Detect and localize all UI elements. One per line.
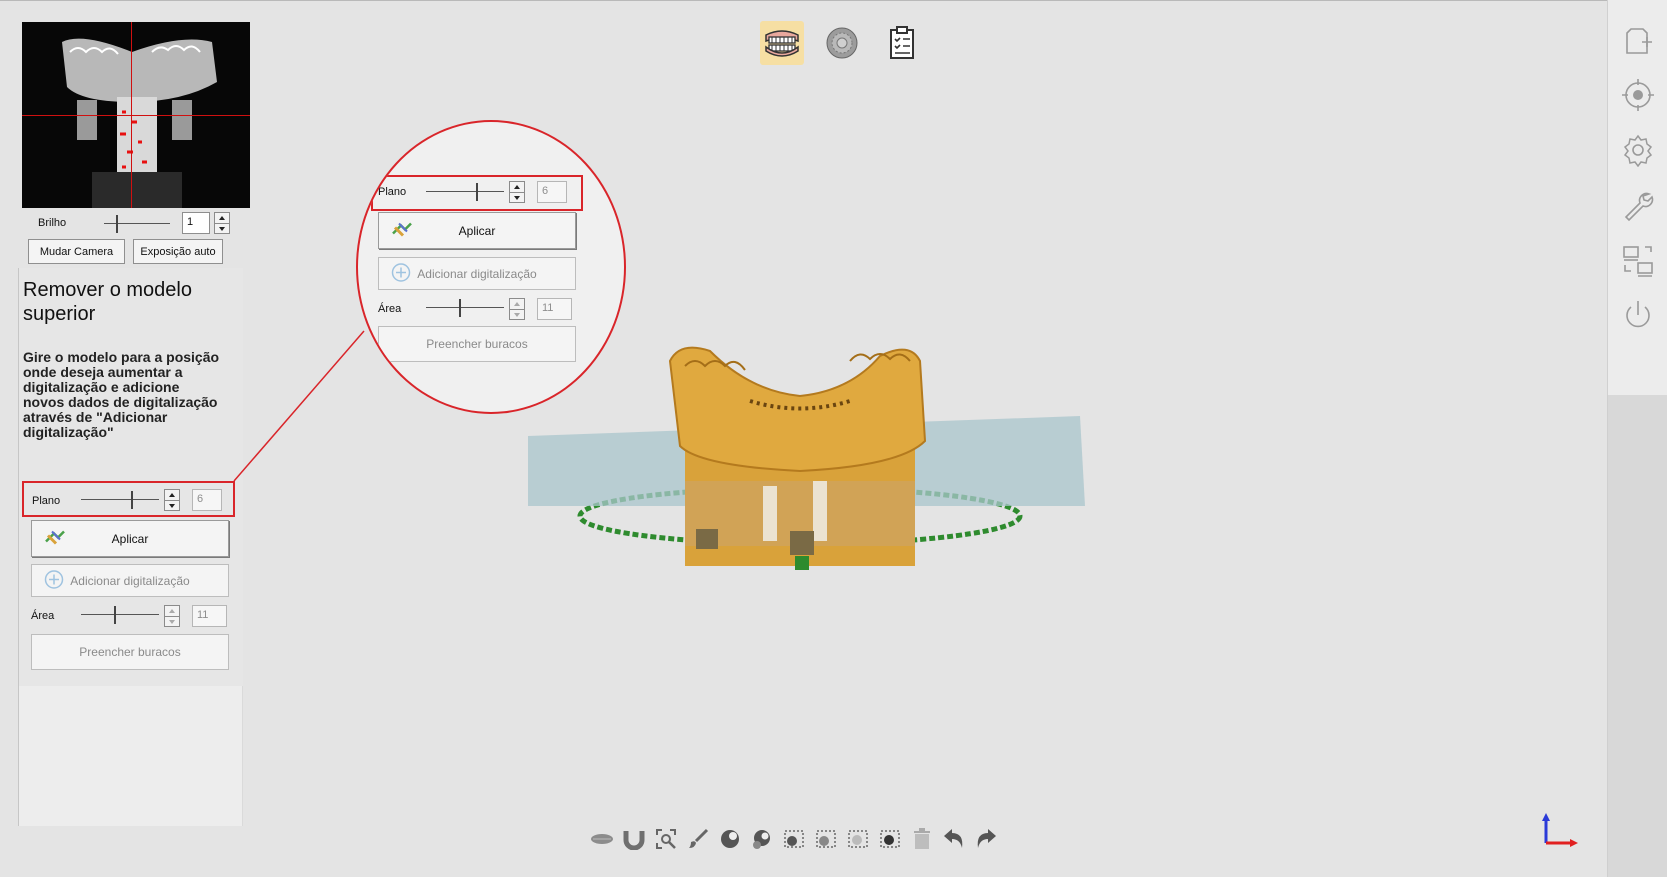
trash-icon [914,828,930,849]
callout-plane-slider [426,181,504,203]
add-scan-label: Adicionar digitalização [70,573,190,588]
box-deselect-icon [816,830,836,848]
crosshair-vertical [131,22,132,208]
zoom-callout: Plano 6 Aplicar Adicionar digitalização … [356,120,626,414]
brush-tool[interactable] [686,826,710,852]
apply-button[interactable]: Aplicar [31,520,229,557]
invert-select-tool[interactable] [878,826,902,852]
brightness-slider[interactable] [104,213,170,235]
callout-apply-icon [391,219,413,242]
brightness-spinner[interactable] [214,212,230,234]
plane-row-highlight [22,481,235,517]
power-button[interactable] [1620,297,1656,333]
add-scan-button[interactable]: Adicionar digitalização [31,564,229,597]
area-value[interactable]: 11 [192,605,227,627]
settings-gear-icon [1623,134,1653,167]
area-spinner[interactable] [164,605,180,627]
crosshair-horizontal [22,115,250,116]
delete-tool[interactable] [910,826,934,852]
callout-area-value: 11 [537,298,572,320]
camera-preview [22,22,250,208]
callout-area-slider [426,297,504,319]
add-circle-icon [44,569,64,592]
power-icon [1626,301,1650,328]
lasso-select-icon [848,830,868,848]
new-file-icon [1626,28,1652,54]
callout-area-spinner [509,298,525,320]
tools-button[interactable] [1620,187,1656,223]
report-clipboard-icon [890,26,914,59]
redo-icon [977,829,996,848]
sphere-deselect-icon [753,830,770,849]
step-title: Remover o modelo superior [23,279,192,325]
undo-tool[interactable] [942,826,966,852]
target-button[interactable] [1620,77,1656,113]
jaw-teeth-icon [765,30,799,57]
brush-icon [689,828,709,848]
area-slider[interactable] [81,604,159,626]
scan-disc-icon [826,27,858,59]
callout-apply-label: Aplicar [458,223,496,238]
zoom-fit-tool[interactable] [654,826,678,852]
box-select-tool[interactable] [782,826,806,852]
settings-button[interactable] [1620,132,1656,168]
brightness-value[interactable]: 1 [182,212,210,234]
callout-plane-spinner [509,181,525,203]
change-camera-button[interactable]: Mudar Camera [28,239,125,264]
callout-area-label: Área [378,303,402,315]
mode-selector [760,21,924,65]
scanned-model-render[interactable] [520,341,1090,621]
apply-icon [44,527,66,550]
lasso-select-tool[interactable] [846,826,870,852]
mode-scan-button[interactable] [820,21,864,65]
jaw-mesh-icon [591,834,613,844]
callout-add-scan-button: Adicionar digitalização [378,257,576,290]
callout-plane-value: 6 [537,181,567,203]
new-file-button[interactable] [1620,22,1656,58]
instruction-panel: Remover o modelo superior Gire o modelo … [18,268,243,686]
target-icon [1622,79,1654,111]
callout-apply-button: Aplicar [378,212,576,249]
apply-label: Aplicar [111,531,149,546]
redo-tool[interactable] [974,826,998,852]
jaw-mesh-tool[interactable] [590,826,614,852]
callout-fill-holes-button: Preencher buracos [378,326,576,362]
box-select-icon [784,830,804,848]
axis-indicator [1542,813,1578,847]
sphere-deselect-tool[interactable] [750,826,774,852]
sphere-select-icon [721,830,739,848]
zoom-fit-icon [656,829,676,849]
box-deselect-tool[interactable] [814,826,838,852]
wrench-icon [1624,192,1654,222]
callout-add-circle-icon [391,262,411,285]
area-label: Área [31,610,55,622]
right-toolbar-filler [1607,395,1667,877]
invert-select-icon [880,830,900,848]
mode-report-button[interactable] [880,21,924,65]
screen-layout-icon [1623,246,1653,277]
undo-icon [944,829,963,848]
bottom-toolbar [590,824,998,854]
left-panel-filler [18,686,243,826]
step-description: Gire o modelo para a posição onde deseja… [23,349,220,440]
sphere-select-tool[interactable] [718,826,742,852]
fill-holes-button[interactable]: Preencher buracos [31,634,229,670]
callout-add-scan-label: Adicionar digitalização [417,266,537,281]
callout-connector [233,330,365,482]
layout-button[interactable] [1620,242,1656,278]
arch-icon [623,831,645,850]
mode-jaw-button[interactable] [760,21,804,65]
right-toolbar [1607,0,1667,395]
arch-tool[interactable] [622,826,646,852]
auto-exposure-button[interactable]: Exposição auto [133,239,223,264]
callout-plane-label: Plano [378,186,407,198]
brightness-label: Brilho [38,217,67,229]
